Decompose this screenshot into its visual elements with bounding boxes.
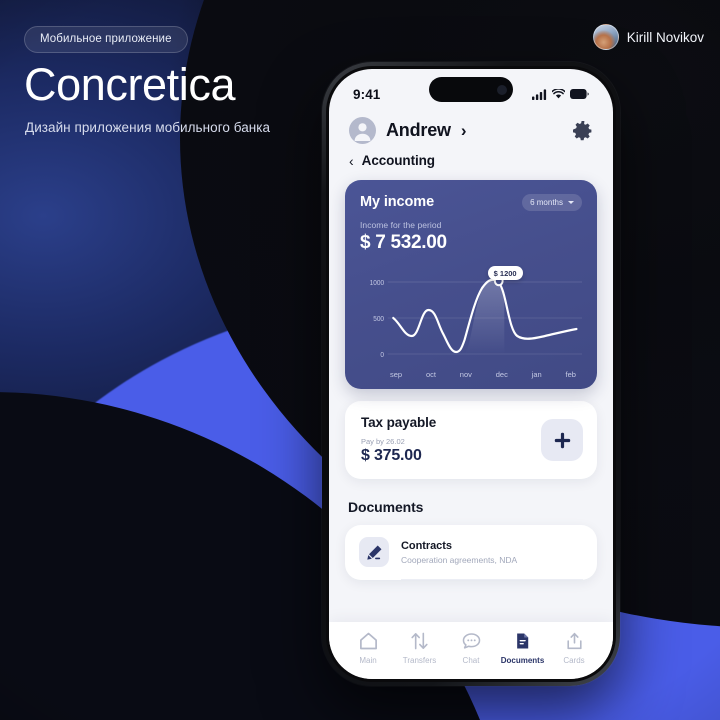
tab-main[interactable]: Main	[343, 631, 393, 665]
user-profile-button[interactable]: Andrew ›	[349, 117, 466, 144]
author-name: Kirill Novikov	[626, 29, 704, 45]
documents-heading: Documents	[348, 499, 424, 515]
tax-amount: $ 375.00	[361, 447, 422, 464]
y-tick-1000: 1000	[370, 280, 385, 287]
document-icon	[517, 633, 529, 649]
tab-label: Transfers	[402, 656, 437, 665]
plus-icon	[554, 432, 570, 448]
add-payment-button[interactable]	[541, 419, 583, 461]
chevron-down-icon	[568, 201, 574, 204]
income-line-chart[interactable]: 1000 500 0 $ 1200	[360, 260, 582, 368]
transfer-arrows-icon	[411, 632, 428, 650]
cellular-signal-icon	[532, 88, 547, 100]
income-card-subtitle: Income for the period	[360, 220, 442, 230]
chart-tooltip: $ 1200	[487, 266, 523, 280]
period-selector[interactable]: 6 months	[522, 194, 582, 211]
x-tick-jan: jan	[531, 370, 542, 379]
list-item-text: Contracts Cooperation agreements, NDA	[401, 540, 517, 565]
tax-due-date: Pay by 26.02	[361, 437, 405, 446]
status-bar: 9:41	[329, 69, 613, 109]
income-card: My income 6 months Income for the period…	[345, 180, 597, 389]
pen-signature-icon	[359, 537, 389, 567]
phone-mockup: 9:41 Andrew › ‹ Accounting My income 6 m…	[322, 62, 620, 686]
period-selector-label: 6 months	[530, 198, 563, 207]
chevron-left-icon[interactable]: ‹	[349, 154, 354, 168]
breadcrumb[interactable]: ‹ Accounting	[329, 144, 613, 168]
y-tick-0: 0	[380, 352, 384, 359]
x-tick-dec: dec	[495, 370, 508, 379]
page-title: Concretica	[24, 59, 236, 110]
tax-title: Tax payable	[361, 415, 437, 430]
phone-screen: 9:41 Andrew › ‹ Accounting My income 6 m…	[329, 69, 613, 679]
front-camera-icon	[497, 84, 507, 95]
tax-payable-card: Tax payable Pay by 26.02 $ 375.00	[345, 401, 597, 479]
tab-label: Main	[359, 656, 377, 665]
status-indicators	[532, 88, 589, 100]
user-avatar-icon	[349, 117, 376, 144]
tab-label: Cards	[563, 656, 585, 665]
income-card-title: My income	[360, 194, 435, 210]
x-tick-feb: feb	[565, 370, 576, 379]
tab-label: Chat	[462, 656, 480, 665]
x-tick-nov: nov	[459, 370, 472, 379]
chart-svg: 1000 500 0	[370, 275, 582, 359]
status-time: 9:41	[353, 86, 381, 102]
tax-card-text: Tax payable Pay by 26.02 $ 375.00	[361, 415, 436, 465]
home-icon	[359, 632, 377, 650]
category-badge: Мобильное приложение	[24, 26, 188, 53]
tab-documents[interactable]: Documents	[498, 631, 548, 665]
tab-chat[interactable]: Chat	[446, 631, 496, 665]
avatar	[592, 24, 619, 50]
chart-area-fill	[463, 280, 505, 354]
list-item[interactable]: Contracts Cooperation agreements, NDA	[359, 537, 583, 579]
share-upload-icon	[566, 632, 582, 650]
tab-transfers[interactable]: Transfers	[395, 631, 445, 665]
dynamic-island	[429, 77, 513, 102]
app-header: Andrew ›	[329, 109, 613, 144]
phone-bezel: 9:41 Andrew › ‹ Accounting My income 6 m…	[326, 66, 616, 682]
income-amount: $ 7 532.00	[360, 232, 447, 253]
author-credit: Kirill Novikov	[592, 24, 704, 50]
x-tick-oct: oct	[425, 370, 436, 379]
user-name: Andrew	[386, 120, 451, 140]
screen-content: My income 6 months Income for the period…	[329, 168, 613, 622]
chart-x-axis: sep oct nov dec jan feb	[360, 368, 582, 379]
y-tick-500: 500	[373, 316, 384, 323]
x-tick-sep: sep	[390, 370, 403, 379]
gear-icon[interactable]	[573, 120, 593, 141]
page-subtitle: Дизайн приложения мобильного банка	[25, 120, 271, 135]
wifi-icon	[552, 89, 565, 99]
list-divider	[401, 579, 583, 580]
chat-bubble-icon	[462, 633, 480, 649]
tab-label: Documents	[500, 656, 545, 665]
documents-card: Contracts Cooperation agreements, NDA	[345, 525, 597, 580]
chevron-right-icon: ›	[460, 121, 467, 140]
breadcrumb-label: Accounting	[361, 153, 435, 168]
document-description: Cooperation agreements, NDA	[401, 554, 518, 565]
battery-icon	[570, 89, 589, 99]
bottom-tab-bar: Main Transfers Chat Documents Cards	[329, 622, 613, 679]
document-name: Contracts	[401, 539, 452, 552]
income-card-header: My income 6 months	[360, 194, 582, 211]
tab-cards[interactable]: Cards	[549, 631, 599, 665]
